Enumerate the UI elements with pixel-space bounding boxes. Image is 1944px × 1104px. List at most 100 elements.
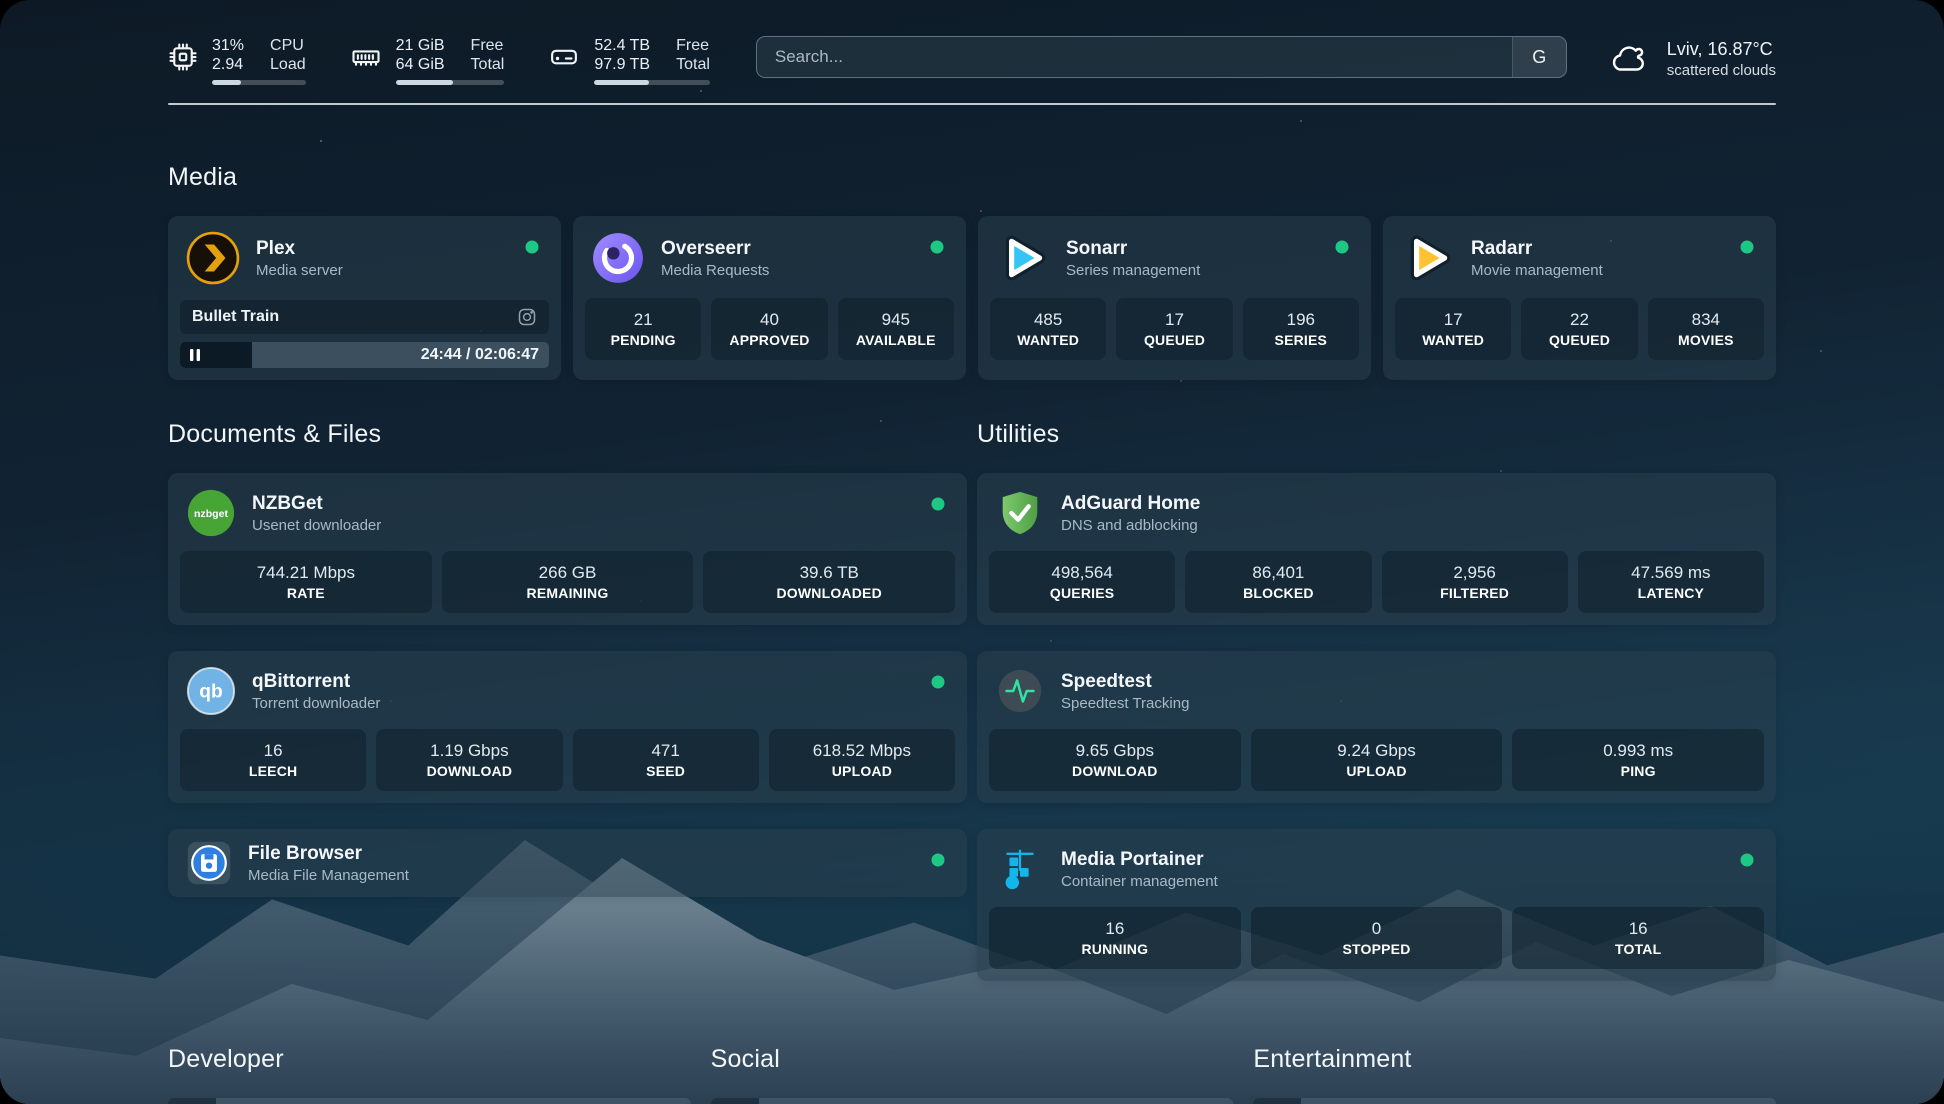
status-online-dot bbox=[931, 497, 945, 511]
disk-free-label: Free bbox=[676, 36, 710, 55]
app-card-portainer[interactable]: Media Portainer Container management 16 … bbox=[977, 829, 1776, 981]
app-card-overseerr[interactable]: Overseerr Media Requests 21 PENDING bbox=[573, 216, 966, 380]
qbittorrent-icon: qb bbox=[186, 666, 236, 716]
sonarr-icon bbox=[996, 231, 1050, 285]
stat-stopped: 0 STOPPED bbox=[1251, 907, 1503, 969]
status-online-dot bbox=[931, 675, 945, 689]
stat-leech: 16 LEECH bbox=[180, 729, 366, 791]
cpu-stat: 31% 2.94 CPU Load bbox=[168, 36, 306, 85]
stat-downloaded: 39.6 TB DOWNLOADED bbox=[703, 551, 955, 613]
stat-queued: 22 QUEUED bbox=[1521, 298, 1637, 360]
weather-widget: Lviv, 16.87°C scattered clouds bbox=[1609, 36, 1776, 80]
section-social: Social LI LinkedIn linkedin.com TW Twitt… bbox=[711, 1045, 1234, 1104]
bookmark-youtube[interactable]: YT YouTube youtube.com bbox=[1253, 1098, 1776, 1104]
playback-time: 24:44 / 02:06:47 bbox=[421, 346, 539, 364]
app-subtitle: Media File Management bbox=[248, 866, 409, 885]
app-card-radarr[interactable]: Radarr Movie management 17 WANTED bbox=[1383, 216, 1776, 380]
stat-queries: 498,564 QUERIES bbox=[989, 551, 1175, 613]
app-subtitle: Container management bbox=[1061, 872, 1218, 891]
section-utilities: Utilities bbox=[977, 420, 1776, 981]
section-documents: Documents & Files nzbget NZBGet Usenet d bbox=[168, 420, 967, 897]
app-card-filebrowser[interactable]: File Browser Media File Management bbox=[168, 829, 967, 897]
section-title-utilities: Utilities bbox=[977, 420, 1776, 449]
app-card-plex[interactable]: Plex Media server Bullet Train bbox=[168, 216, 561, 380]
filebrowser-icon bbox=[186, 840, 232, 886]
plex-icon bbox=[186, 231, 240, 285]
app-subtitle: Usenet downloader bbox=[252, 516, 381, 535]
weather-condition: scattered clouds bbox=[1667, 61, 1776, 80]
app-name: Speedtest bbox=[1061, 670, 1189, 694]
cpu-label: CPU bbox=[270, 36, 306, 55]
section-media: Media Plex Media server bbox=[168, 163, 1776, 380]
cpu-progress-bar bbox=[212, 80, 306, 85]
playback-progress-bar[interactable]: 24:44 / 02:06:47 bbox=[180, 342, 549, 368]
cloud-icon bbox=[1609, 41, 1651, 77]
memory-free-value: 21 GiB bbox=[396, 36, 445, 55]
app-subtitle: Series management bbox=[1066, 261, 1200, 280]
stat-total: 16 TOTAL bbox=[1512, 907, 1764, 969]
stat-filtered: 2,956 FILTERED bbox=[1382, 551, 1568, 613]
app-name: Plex bbox=[256, 237, 343, 261]
stat-series: 196 SERIES bbox=[1243, 298, 1359, 360]
search-input[interactable] bbox=[757, 37, 1512, 77]
app-card-nzbget[interactable]: nzbget NZBGet Usenet downloader bbox=[168, 473, 967, 625]
disk-total-label: Total bbox=[676, 55, 710, 74]
disk-stat: 52.4 TB 97.9 TB Free Total bbox=[548, 36, 710, 85]
stat-wanted: 485 WANTED bbox=[990, 298, 1106, 360]
stat-download: 9.65 Gbps DOWNLOAD bbox=[989, 729, 1241, 791]
app-subtitle: Torrent downloader bbox=[252, 694, 380, 713]
bookmark-linkedin[interactable]: LI LinkedIn linkedin.com bbox=[711, 1098, 1234, 1104]
app-card-qbittorrent[interactable]: qb qBittorrent Torrent downloader bbox=[168, 651, 967, 803]
bookmark-github[interactable]: GH Github github.com bbox=[168, 1098, 691, 1104]
app-name: Overseerr bbox=[661, 237, 769, 261]
stat-download: 1.19 Gbps DOWNLOAD bbox=[376, 729, 562, 791]
app-subtitle: Movie management bbox=[1471, 261, 1603, 280]
system-stats: 31% 2.94 CPU Load bbox=[168, 36, 710, 85]
app-name: AdGuard Home bbox=[1061, 492, 1200, 516]
memory-stat: 21 GiB 64 GiB Free Total bbox=[350, 36, 505, 85]
search-engine-button[interactable]: G bbox=[1512, 37, 1566, 77]
search-engine-label: G bbox=[1532, 47, 1546, 68]
ram-icon bbox=[350, 42, 382, 72]
stat-movies: 834 MOVIES bbox=[1648, 298, 1764, 360]
section-title-social: Social bbox=[711, 1045, 1234, 1074]
app-name: Sonarr bbox=[1066, 237, 1200, 261]
status-online-dot bbox=[525, 240, 539, 254]
nzbget-icon: nzbget bbox=[186, 488, 236, 538]
app-card-adguard[interactable]: AdGuard Home DNS and adblocking 498,564 … bbox=[977, 473, 1776, 625]
cpu-icon bbox=[168, 42, 198, 72]
status-online-dot bbox=[931, 853, 945, 867]
stat-pending: 21 PENDING bbox=[585, 298, 701, 360]
dashboard-page: 31% 2.94 CPU Load bbox=[0, 0, 1944, 1104]
stat-upload: 9.24 Gbps UPLOAD bbox=[1251, 729, 1503, 791]
app-card-speedtest[interactable]: Speedtest Speedtest Tracking 9.65 Gbps D… bbox=[977, 651, 1776, 803]
now-playing-row: Bullet Train bbox=[180, 300, 549, 334]
svg-text:nzbget: nzbget bbox=[194, 508, 229, 520]
stat-upload: 618.52 Mbps UPLOAD bbox=[769, 729, 955, 791]
disk-total-value: 97.9 TB bbox=[594, 55, 650, 74]
stat-latency: 47.569 ms LATENCY bbox=[1578, 551, 1764, 613]
app-name: NZBGet bbox=[252, 492, 381, 516]
disk-progress-bar bbox=[594, 80, 710, 85]
stat-blocked: 86,401 BLOCKED bbox=[1185, 551, 1371, 613]
disk-icon bbox=[548, 42, 580, 72]
app-name: Media Portainer bbox=[1061, 848, 1218, 872]
portainer-icon bbox=[995, 844, 1045, 894]
bookmark-abbr: GH bbox=[168, 1098, 216, 1104]
search-bar: G bbox=[756, 36, 1567, 78]
status-online-dot bbox=[1740, 853, 1754, 867]
adguard-icon bbox=[995, 488, 1045, 538]
pause-icon[interactable] bbox=[190, 349, 200, 361]
app-card-sonarr[interactable]: Sonarr Series management 485 WANTED bbox=[978, 216, 1371, 380]
radarr-icon bbox=[1401, 231, 1455, 285]
stat-remaining: 266 GB REMAINING bbox=[442, 551, 694, 613]
app-name: Radarr bbox=[1471, 237, 1603, 261]
overseerr-icon bbox=[591, 231, 645, 285]
app-name: File Browser bbox=[248, 842, 409, 866]
status-online-dot bbox=[1335, 240, 1349, 254]
stat-ping: 0.993 ms PING bbox=[1512, 729, 1764, 791]
section-entertainment: Entertainment YT YouTube youtube.com NF … bbox=[1253, 1045, 1776, 1104]
stat-rate: 744.21 Mbps RATE bbox=[180, 551, 432, 613]
bookmark-abbr: LI bbox=[711, 1098, 759, 1104]
section-title-entertainment: Entertainment bbox=[1253, 1045, 1776, 1074]
